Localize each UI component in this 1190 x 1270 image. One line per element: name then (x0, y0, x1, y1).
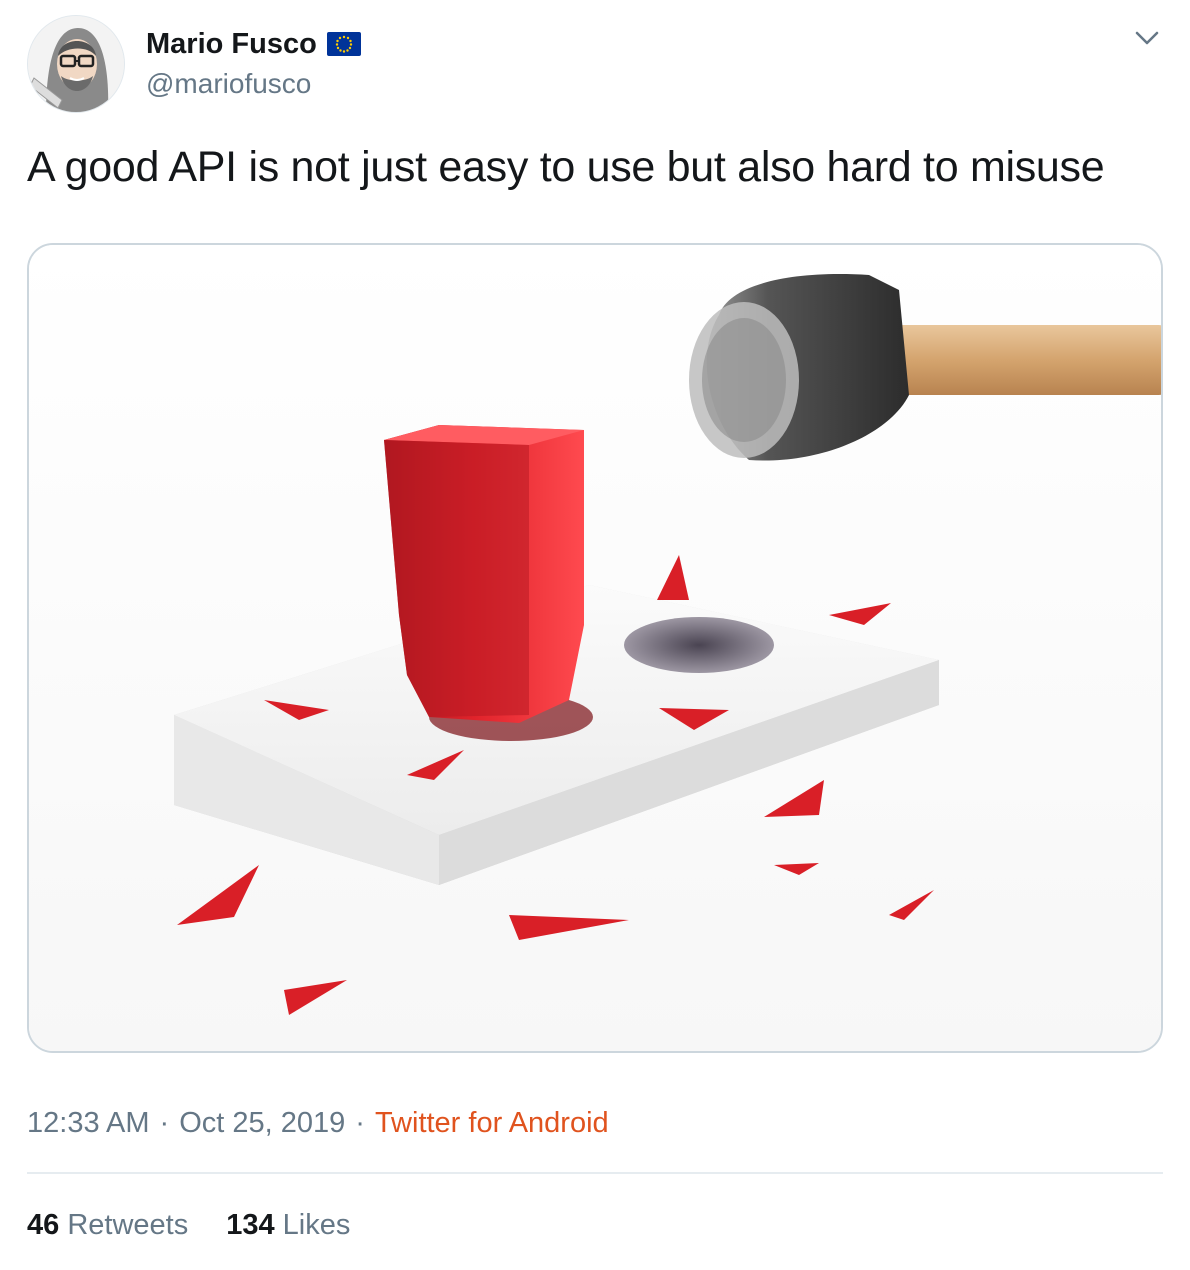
retweets-count: 46 (27, 1209, 60, 1241)
separator-dot: · (355, 1107, 365, 1139)
separator-dot: · (159, 1107, 170, 1139)
tweet-stats: 46 Retweets 134 Likes (27, 1205, 350, 1245)
tweet-media[interactable] (27, 243, 1163, 1053)
retweets-label: Retweets (67, 1209, 189, 1241)
avatar[interactable] (27, 15, 125, 113)
photo-hammer-red-peg-icon (29, 245, 1161, 1051)
chevron-down-icon[interactable] (1134, 28, 1160, 48)
tweet-metadata: 12:33 AM · Oct 25, 2019 · Twitter for Androi… (27, 1104, 609, 1142)
retweets-stat[interactable]: 46 Retweets (27, 1205, 188, 1245)
likes-count: 134 (226, 1209, 275, 1241)
likes-stat[interactable]: 134 Likes (226, 1205, 350, 1245)
divider (27, 1172, 1163, 1174)
user-handle[interactable]: @mariofusco (146, 66, 311, 102)
tweet-source-link[interactable]: Twitter for Android (375, 1107, 609, 1139)
tweet-date[interactable]: Oct 25, 2019 (179, 1107, 345, 1139)
user-name[interactable]: Mario Fusco (146, 26, 317, 62)
tweet-text: A good API is not just easy to use but a… (27, 143, 1105, 191)
cartoon-avatar-icon (28, 16, 124, 112)
likes-label: Likes (282, 1209, 351, 1241)
user-name-row: Mario Fusco (146, 26, 361, 62)
tweet-time[interactable]: 12:33 AM (27, 1107, 150, 1139)
eu-flag-icon (326, 32, 361, 56)
